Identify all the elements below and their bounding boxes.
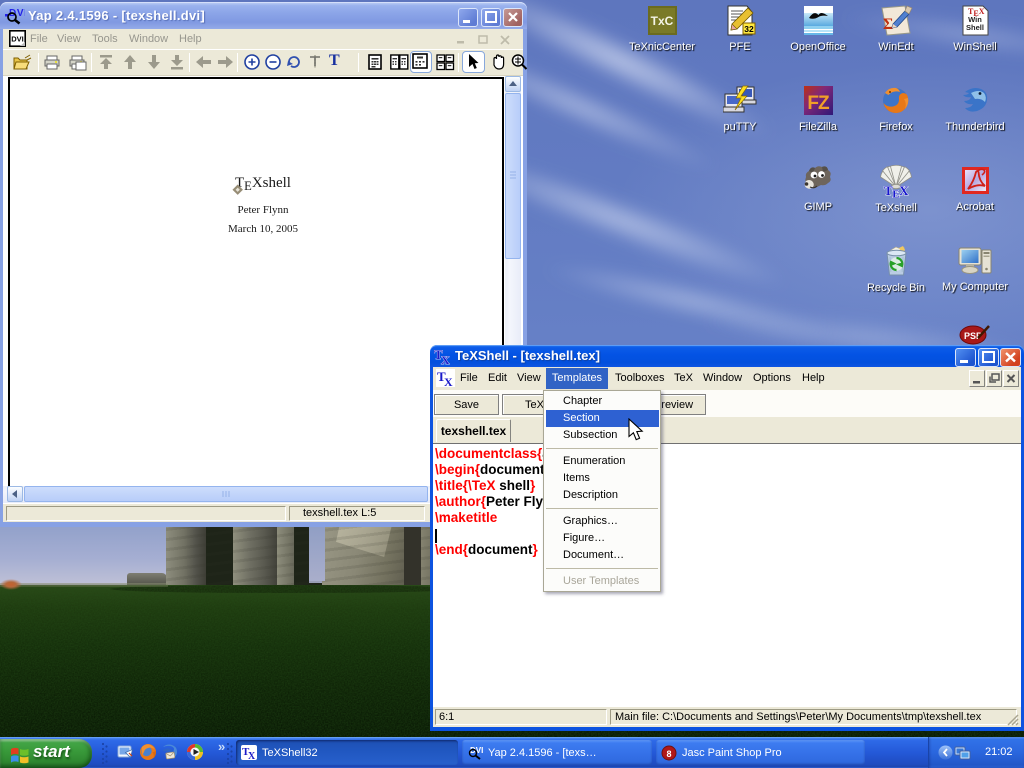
svg-text:X: X [441, 353, 450, 365]
svg-text:X: X [444, 375, 453, 387]
svg-text:Shell: Shell [966, 23, 984, 32]
svg-text:TxC: TxC [650, 14, 673, 28]
svg-text:Σ: Σ [883, 16, 893, 33]
svg-text:FZ: FZ [807, 93, 830, 114]
svg-text:32: 32 [744, 24, 754, 34]
svg-text:8: 8 [666, 749, 671, 759]
svg-text:DVI: DVI [11, 35, 24, 44]
svg-text:X: X [248, 751, 256, 760]
